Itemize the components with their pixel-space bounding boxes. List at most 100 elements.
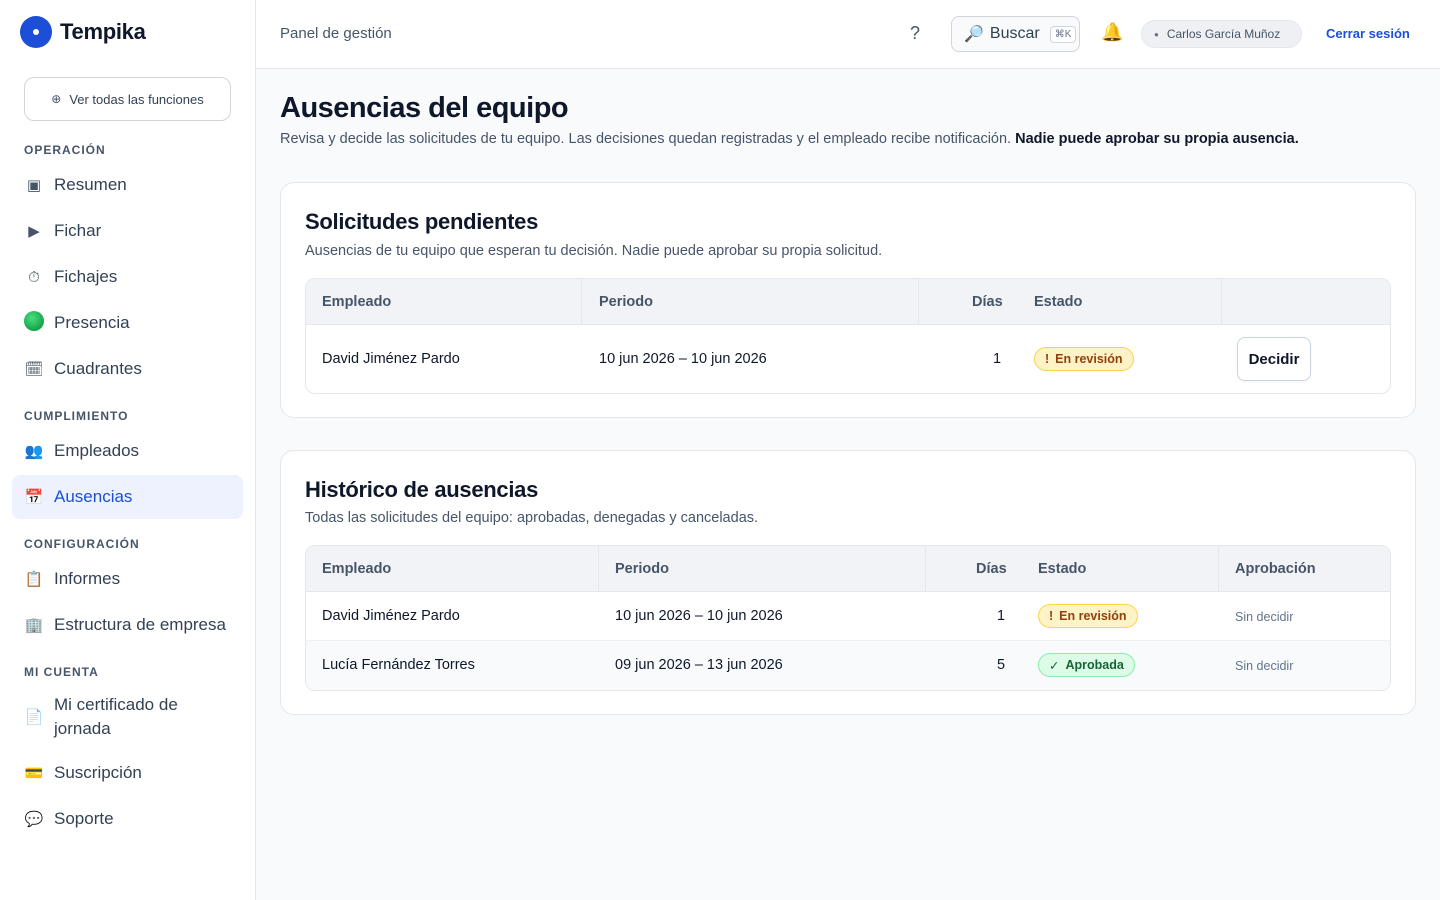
- table-header: Empleado Periodo Días Estado Aprobación: [306, 546, 1390, 592]
- people-icon: 👥: [24, 443, 44, 460]
- cell-days: 5: [997, 657, 1006, 673]
- alert-icon: !: [1045, 352, 1050, 366]
- square-icon: ▣: [26, 177, 42, 194]
- breadcrumb[interactable]: Panel de gestión: [280, 25, 392, 42]
- column-header-periodo[interactable]: Periodo: [599, 294, 653, 310]
- sidebar-item-fichar[interactable]: ▶ Fichar: [12, 209, 243, 253]
- brand-name: Tempika: [60, 19, 146, 44]
- brand[interactable]: Tempika: [20, 16, 146, 48]
- pending-description: Ausencias de tu equipo que esperan tu de…: [305, 243, 883, 259]
- cell-employee: David Jiménez Pardo: [322, 608, 460, 624]
- calendar-icon: 📅: [24, 489, 44, 506]
- column-header-estado[interactable]: Estado: [1038, 561, 1086, 577]
- cell-employee: Lucía Fernández Torres: [322, 657, 475, 673]
- sidebar-item-label: Ausencias: [54, 487, 133, 506]
- sidebar-item-label: Cuadrantes: [54, 359, 142, 378]
- sidebar-item-label: Resumen: [54, 175, 127, 194]
- status-badge: ! En revisión: [1038, 604, 1138, 628]
- column-header-empleado[interactable]: Empleado: [322, 294, 391, 310]
- sidebar-item-informes[interactable]: 📋 Informes: [12, 557, 243, 601]
- help-icon[interactable]: ?: [910, 23, 920, 44]
- logout-link[interactable]: Cerrar sesión: [1326, 26, 1410, 41]
- column-header-empleado[interactable]: Empleado: [322, 561, 391, 577]
- user-name: Carlos García Muñoz: [1166, 27, 1281, 41]
- alert-icon: !: [1049, 609, 1054, 623]
- sidebar-item-soporte[interactable]: 💬 Soporte: [12, 797, 243, 841]
- column-header-periodo[interactable]: Periodo: [615, 561, 669, 577]
- table-row: Lucía Fernández Torres 09 jun 2026 – 13 …: [306, 641, 1390, 690]
- status-dot-icon: ●: [1154, 29, 1159, 39]
- sidebar-item-label: Soporte: [54, 809, 114, 828]
- sidebar-item-label: Presencia: [54, 313, 130, 332]
- all-features-label: Ver todas las funciones: [69, 91, 204, 107]
- clipboard-icon: 📋: [24, 571, 44, 588]
- sidebar-item-certificado[interactable]: 📄 Mi certificado de jornada: [12, 689, 243, 745]
- sidebar-item-cuadrantes[interactable]: 🗓 Cuadrantes: [12, 347, 243, 391]
- logo-icon: [20, 16, 52, 48]
- status-badge: ! En revisión: [1034, 347, 1134, 371]
- column-header-estado[interactable]: Estado: [1034, 294, 1082, 310]
- sidebar-item-label: Informes: [54, 569, 121, 588]
- cell-employee: David Jiménez Pardo: [322, 351, 460, 367]
- page-description-strong: Nadie puede aprobar su propia ausencia.: [1015, 131, 1299, 147]
- status-label: En revisión: [1059, 609, 1127, 623]
- search-shortcut: ⌘K: [1049, 25, 1077, 43]
- pending-requests-card: Solicitudes pendientes Ausencias de tu e…: [280, 182, 1416, 418]
- page-title: Ausencias del equipo: [280, 92, 569, 124]
- green-circle-icon: [24, 311, 44, 335]
- nav-section-operacion: OPERACIÓN: [24, 143, 106, 157]
- history-description: Todas las solicitudes del equipo: aproba…: [305, 510, 759, 526]
- column-header-dias[interactable]: Días: [976, 561, 1007, 577]
- status-label: En revisión: [1055, 352, 1123, 366]
- table-header: Empleado Periodo Días Estado: [306, 279, 1390, 325]
- sidebar-item-label: Fichar: [54, 221, 102, 240]
- all-features-button[interactable]: ⊕ Ver todas las funciones: [24, 77, 231, 121]
- status-label: Aprobada: [1065, 658, 1124, 672]
- search-button[interactable]: 🔎 Buscar ⌘K: [951, 16, 1080, 52]
- history-table: Empleado Periodo Días Estado Aprobación …: [305, 545, 1391, 691]
- table-row: David Jiménez Pardo 10 jun 2026 – 10 jun…: [306, 592, 1390, 641]
- sidebar-item-label: Mi certificado de jornada: [54, 695, 178, 738]
- history-title: Histórico de ausencias: [305, 477, 539, 502]
- pending-table: Empleado Periodo Días Estado David Jimén…: [305, 278, 1391, 394]
- sidebar-item-label: Suscripción: [54, 763, 142, 782]
- page-description-text: Revisa y decide las solicitudes de tu eq…: [280, 131, 1012, 147]
- cell-approval: Sin decidir: [1235, 659, 1294, 673]
- user-menu[interactable]: ● Carlos García Muñoz: [1141, 20, 1302, 48]
- cell-period: 09 jun 2026 – 13 jun 2026: [615, 657, 783, 673]
- plus-circle-icon: ⊕: [51, 92, 62, 106]
- building-icon: 🏢: [24, 617, 44, 634]
- table-row: David Jiménez Pardo 10 jun 2026 – 10 jun…: [306, 325, 1390, 393]
- sidebar-item-resumen[interactable]: ▣ Resumen: [12, 163, 243, 207]
- calendar-icon: 🗓: [24, 361, 44, 378]
- status-badge: ✓ Aprobada: [1038, 653, 1135, 677]
- decide-button[interactable]: Decidir: [1237, 337, 1311, 381]
- document-icon: 📄: [24, 709, 44, 726]
- column-header-dias[interactable]: Días: [972, 294, 1003, 310]
- sidebar-item-estructura[interactable]: 🏢 Estructura de empresa: [12, 603, 243, 647]
- sidebar-item-ausencias[interactable]: 📅 Ausencias: [12, 475, 243, 519]
- cell-approval: Sin decidir: [1235, 610, 1294, 624]
- sidebar-item-presencia[interactable]: Presencia: [12, 301, 243, 345]
- search-label: Buscar: [989, 25, 1040, 42]
- cell-days: 1: [993, 351, 1002, 367]
- sidebar: Tempika ⊕ Ver todas las funciones OPERAC…: [0, 0, 256, 900]
- check-icon: ✓: [1049, 658, 1060, 673]
- column-header-aprobacion[interactable]: Aprobación: [1235, 561, 1316, 577]
- credit-card-icon: 💳: [24, 765, 44, 782]
- nav-section-mi-cuenta: MI CUENTA: [24, 665, 99, 679]
- play-icon: ▶: [28, 223, 40, 240]
- sidebar-item-suscripcion[interactable]: 💳 Suscripción: [12, 751, 243, 795]
- search-icon: 🔎: [964, 26, 984, 43]
- cell-days: 1: [997, 608, 1006, 624]
- sidebar-item-empleados[interactable]: 👥 Empleados: [12, 429, 243, 473]
- sidebar-item-fichajes[interactable]: ⏱ Fichajes: [12, 255, 243, 299]
- stopwatch-icon: ⏱: [28, 268, 40, 286]
- topbar: Panel de gestión ? 🔎 Buscar ⌘K 🔔 ● Carlo…: [256, 0, 1440, 69]
- sidebar-item-label: Estructura de empresa: [54, 615, 226, 634]
- nav-section-cumplimiento: CUMPLIMIENTO: [24, 409, 129, 423]
- cell-period: 10 jun 2026 – 10 jun 2026: [599, 351, 767, 367]
- speech-bubble-icon: 💬: [24, 811, 44, 828]
- page-description: Revisa y decide las solicitudes de tu eq…: [280, 131, 1299, 147]
- bell-icon[interactable]: 🔔: [1101, 22, 1123, 43]
